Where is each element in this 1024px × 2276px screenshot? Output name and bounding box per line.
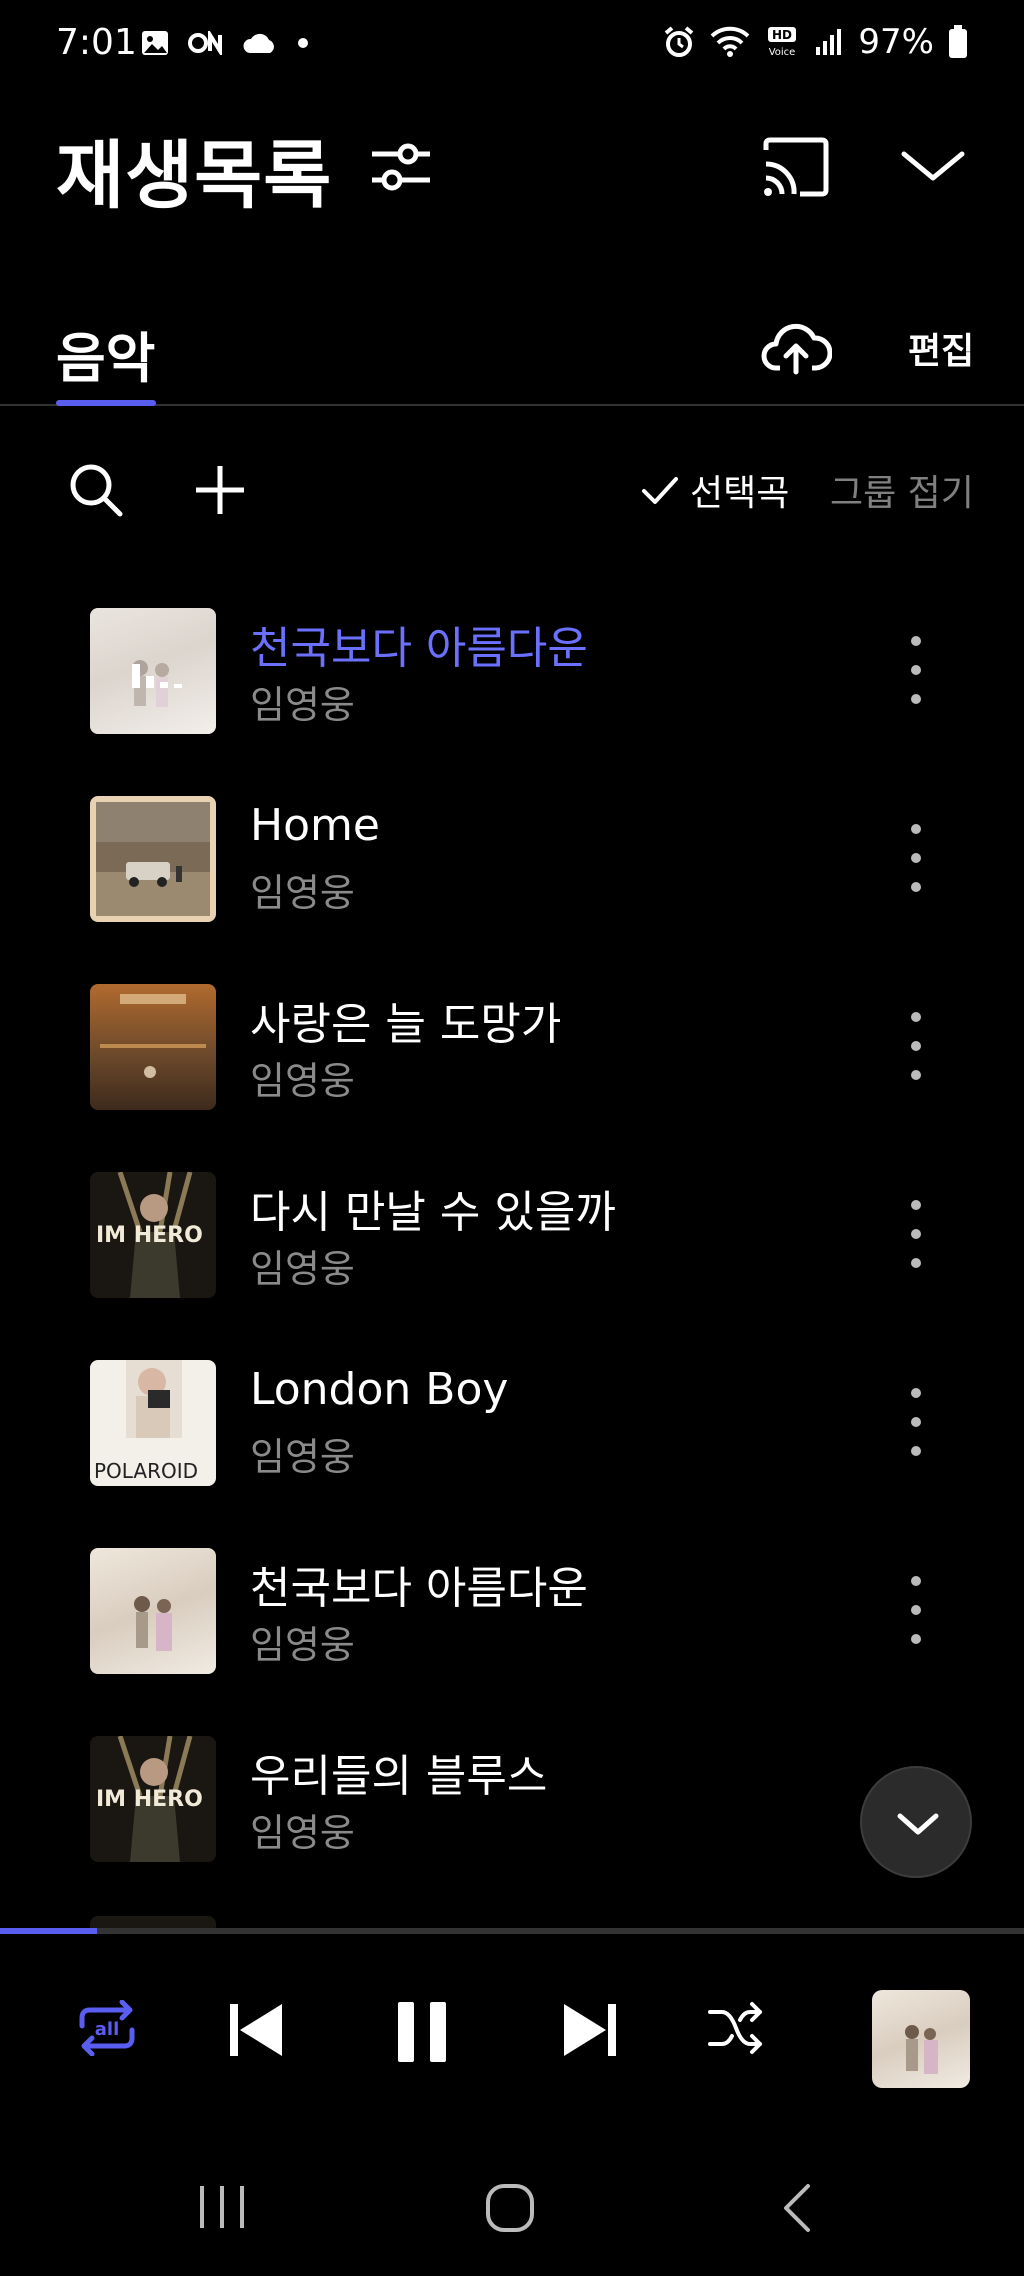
- active-tab-indicator: [56, 400, 156, 406]
- more-options-icon[interactable]: [900, 1006, 932, 1086]
- scroll-to-bottom-button[interactable]: [860, 1766, 972, 1878]
- more-options-icon[interactable]: [900, 1382, 932, 1462]
- pause-icon[interactable]: [394, 2000, 450, 2064]
- album-art: [90, 1916, 216, 1928]
- next-track-icon[interactable]: [560, 2000, 620, 2060]
- cloud-icon: [242, 31, 278, 55]
- battery-percent: 97%: [858, 22, 934, 62]
- list-item-partial[interactable]: [0, 1906, 1024, 1928]
- system-nav-bar: [0, 2150, 1024, 2276]
- collapse-group-button[interactable]: 그룹 접기: [830, 464, 974, 516]
- back-icon[interactable]: [778, 2182, 818, 2234]
- tabs-row: 음악 편집: [0, 300, 1024, 406]
- search-icon[interactable]: [68, 462, 124, 518]
- album-art: IM HERO: [90, 1172, 216, 1298]
- on-icon: [188, 31, 224, 55]
- alarm-icon: [662, 25, 696, 59]
- battery-icon: [948, 25, 968, 59]
- hd-voice-icon: HD Voice: [764, 26, 800, 58]
- dot-icon: [296, 36, 310, 50]
- list-item[interactable]: 천국보다 아름다운 임영웅: [0, 590, 1024, 778]
- album-art-text: IM HERO: [96, 1787, 203, 1812]
- cloud-upload-icon[interactable]: [760, 316, 832, 376]
- status-bar: 7:01 HD Voice 97%: [0, 0, 1024, 96]
- song-artist: 임영웅: [250, 1247, 355, 1291]
- previous-track-icon[interactable]: [226, 2000, 286, 2060]
- check-icon: [640, 473, 680, 507]
- song-artist: 임영웅: [250, 1623, 355, 1667]
- song-artist: 임영웅: [250, 1059, 355, 1103]
- now-playing-album-art[interactable]: [872, 1990, 970, 2088]
- status-left-icons: [140, 28, 310, 58]
- song-title: 천국보다 아름다운: [250, 1563, 588, 1614]
- repeat-mode-label: all: [95, 2019, 120, 2040]
- list-item[interactable]: POLAROID London Boy 임영웅: [0, 1342, 1024, 1530]
- more-options-icon[interactable]: [900, 1570, 932, 1650]
- list-item[interactable]: IM HERO 다시 만날 수 있을까 임영웅: [0, 1154, 1024, 1342]
- song-artist: 임영웅: [250, 871, 355, 915]
- album-art: [90, 608, 216, 734]
- playback-progress[interactable]: [0, 1928, 1024, 1934]
- repeat-all-icon[interactable]: all: [74, 2000, 140, 2056]
- song-artist: 임영웅: [250, 1811, 355, 1855]
- song-title: 사랑은 늘 도망가: [250, 999, 562, 1050]
- wifi-icon: [710, 26, 750, 58]
- tab-music[interactable]: 음악: [56, 314, 155, 393]
- song-title: Home: [250, 800, 380, 851]
- selected-songs-label: 선택곡: [690, 473, 790, 514]
- page-title: 재생목록: [56, 133, 333, 219]
- svg-text:Voice: Voice: [769, 47, 796, 58]
- status-time: 7:01: [56, 22, 137, 63]
- song-artist: 임영웅: [250, 683, 355, 727]
- song-title: 천국보다 아름다운: [250, 623, 588, 674]
- song-artist: 임영웅: [250, 1435, 355, 1479]
- album-art-text: IM HERO: [96, 1223, 203, 1248]
- app-header: 재생목록: [0, 96, 1024, 246]
- cast-icon[interactable]: [760, 136, 830, 198]
- album-art: [90, 984, 216, 1110]
- home-icon[interactable]: [484, 2182, 536, 2234]
- list-item[interactable]: Home 임영웅: [0, 778, 1024, 966]
- more-options-icon[interactable]: [900, 630, 932, 710]
- chevron-down-icon[interactable]: [898, 144, 968, 190]
- recent-apps-icon[interactable]: [196, 2182, 248, 2232]
- signal-icon: [814, 27, 844, 57]
- filter-icon[interactable]: [368, 134, 434, 200]
- list-item[interactable]: 천국보다 아름다운 임영웅: [0, 1530, 1024, 1718]
- album-art: [90, 1548, 216, 1674]
- plus-icon[interactable]: [192, 462, 248, 518]
- album-art-text: POLAROID: [94, 1459, 198, 1483]
- now-playing-overlay: [90, 608, 216, 734]
- list-item[interactable]: 사랑은 늘 도망가 임영웅: [0, 966, 1024, 1154]
- album-art: [90, 796, 216, 922]
- album-art: IM HERO: [90, 1736, 216, 1862]
- song-title: 다시 만날 수 있을까: [250, 1187, 616, 1238]
- song-title: 우리들의 블루스: [250, 1751, 548, 1802]
- album-art: POLAROID: [90, 1360, 216, 1486]
- player-controls: all: [0, 1960, 1024, 2120]
- svg-text:HD: HD: [772, 28, 792, 42]
- more-options-icon[interactable]: [900, 818, 932, 898]
- shuffle-icon[interactable]: [706, 2000, 766, 2056]
- more-options-icon[interactable]: [900, 1194, 932, 1274]
- playback-progress-fill: [0, 1928, 98, 1934]
- gallery-icon: [140, 28, 170, 58]
- status-right-icons: HD Voice 97%: [662, 22, 968, 62]
- selected-songs-toggle[interactable]: 선택곡: [640, 464, 789, 516]
- edit-button[interactable]: 편집: [908, 322, 974, 374]
- list-toolbar: 선택곡 그룹 접기: [0, 440, 1024, 540]
- song-title: London Boy: [250, 1364, 509, 1415]
